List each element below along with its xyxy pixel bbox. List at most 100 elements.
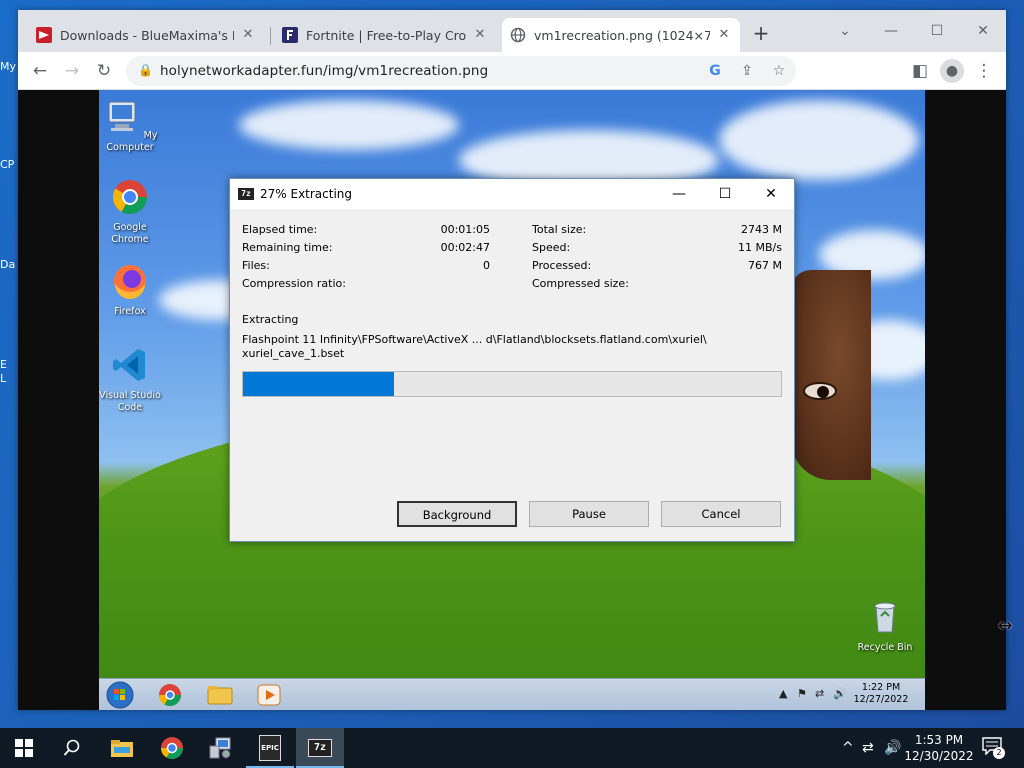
dialog-close-button[interactable]: ✕ — [748, 179, 794, 209]
host-desktop-label: CP — [0, 158, 15, 171]
vm-start-orb-icon[interactable] — [105, 680, 135, 710]
system-clock[interactable]: 1:53 PM 12/30/2022 — [904, 732, 974, 764]
taskbar-device-manager[interactable] — [196, 728, 244, 768]
desktop-icon-label: Visual Studio Code — [99, 390, 161, 413]
new-tab-button[interactable]: + — [751, 23, 771, 44]
bookmark-star-icon[interactable]: ☆ — [770, 62, 788, 80]
close-icon[interactable]: ✕ — [716, 27, 732, 43]
tab-title: vm1recreation.png (1024×768) — [534, 27, 710, 43]
dialog-title-bar[interactable]: 7z 27% Extracting — ☐ ✕ — [230, 179, 794, 209]
sevenzip-icon: 7z — [308, 739, 332, 757]
desktop-icon-firefox[interactable]: Firefox — [99, 262, 162, 318]
search-button[interactable] — [48, 728, 96, 768]
start-button[interactable] — [0, 728, 48, 768]
host-desktop-label: E — [0, 358, 7, 371]
computer-management-icon — [209, 737, 231, 759]
background-button[interactable]: Background — [397, 501, 517, 527]
compression-ratio-label: Compression ratio: — [242, 277, 346, 290]
cancel-button[interactable]: Cancel — [661, 501, 781, 527]
dialog-title: 27% Extracting — [260, 187, 353, 201]
extract-progress-dialog: 7z 27% Extracting — ☐ ✕ Elapsed time: 00… — [229, 178, 795, 542]
tab-strip: Downloads - BlueMaxima's Flash ✕ Fortnit… — [18, 10, 1006, 52]
tab-downloads[interactable]: Downloads - BlueMaxima's Flash ✕ — [28, 18, 264, 52]
vm-tray-show-hidden-icon[interactable]: ▲ — [779, 687, 787, 700]
desktop-icon-recycle-bin[interactable]: Recycle Bin — [853, 598, 917, 654]
host-desktop-label: My — [0, 60, 17, 73]
close-icon[interactable]: ✕ — [240, 27, 256, 43]
tray-show-hidden-icon[interactable]: ^ — [842, 740, 854, 756]
vm-tray-volume-icon[interactable]: 🔊 — [833, 687, 847, 700]
progress-fill — [243, 372, 394, 396]
vm-clock[interactable]: 1:22 PM 12/27/2022 — [851, 682, 911, 706]
vm-explorer-taskbar-icon[interactable] — [205, 682, 235, 708]
tray-volume-icon[interactable]: 🔊 — [884, 740, 901, 756]
speed-label: Speed: — [532, 241, 571, 254]
desktop-icon-my-computer[interactable]: My Computer — [99, 98, 162, 154]
taskbar-file-explorer[interactable] — [98, 728, 146, 768]
sky-cloud — [239, 100, 459, 150]
total-size-value: 2743 M — [741, 223, 782, 236]
vm-tray-network-icon[interactable]: ⇄ — [815, 687, 824, 700]
current-file-path: Flashpoint 11 Infinity\FPSoftware\Active… — [242, 333, 707, 346]
tray-network-icon[interactable]: ⇄ — [862, 740, 874, 756]
desktop-icon-vscode[interactable]: Visual Studio Code — [99, 346, 162, 414]
taskbar-epic-games[interactable]: EPIC — [246, 728, 294, 768]
minimize-button[interactable]: — — [868, 16, 914, 46]
google-lens-icon[interactable]: G — [706, 62, 724, 80]
sky-cloud — [719, 100, 919, 180]
dialog-maximize-button[interactable]: ☐ — [702, 179, 748, 209]
compressed-size-label: Compressed size: — [532, 277, 629, 290]
chrome-menu-icon[interactable]: ⋮ — [972, 59, 996, 83]
files-value: 0 — [483, 259, 490, 272]
tab-divider — [270, 27, 271, 45]
firefox-icon — [114, 265, 146, 299]
taskbar-7zip[interactable]: 7z — [296, 728, 344, 768]
maximize-button[interactable]: ☐ — [914, 16, 960, 46]
desktop-icon-label: Google Chrome — [111, 222, 149, 245]
vm-taskbar: ▲ ⚑ ⇄ 🔊 1:22 PM 12/27/2022 — [99, 678, 925, 710]
host-taskbar: EPIC 7z ^ ⇄ 🔊 1:53 PM 12/30/2022 2 — [0, 728, 1024, 768]
tab-vm1recreation[interactable]: vm1recreation.png (1024×768) ✕ — [502, 18, 740, 52]
eye-shape — [803, 382, 837, 400]
address-bar[interactable]: 🔒 holynetworkadapter.fun/img/vm1recreati… — [126, 56, 796, 86]
browser-window: Downloads - BlueMaxima's Flash ✕ Fortnit… — [18, 10, 1006, 710]
url-text[interactable]: holynetworkadapter.fun/img/vm1recreation… — [160, 63, 488, 79]
tab-search-dropdown-icon[interactable]: ⌄ — [822, 16, 868, 46]
epic-games-icon: EPIC — [259, 735, 281, 761]
remaining-time-label: Remaining time: — [242, 241, 333, 254]
host-desktop-label: L — [0, 372, 7, 385]
tab-fortnite[interactable]: Fortnite | Free-to-Play Cross-Plat ✕ — [274, 18, 496, 52]
browser-toolbar: ← → ↻ 🔒 holynetworkadapter.fun/img/vm1re… — [18, 52, 1006, 90]
reload-button[interactable]: ↻ — [92, 59, 116, 83]
vm-media-player-icon[interactable] — [255, 682, 285, 708]
processed-label: Processed: — [532, 259, 592, 272]
side-panel-icon[interactable]: ◧ — [908, 59, 932, 83]
bluemaxima-icon — [36, 27, 52, 43]
chrome-icon — [113, 180, 147, 214]
clock-time: 1:53 PM — [914, 733, 964, 747]
desktop-icon-chrome[interactable]: Google Chrome — [99, 178, 162, 246]
vm-tray-flag-icon[interactable]: ⚑ — [797, 687, 807, 700]
files-label: Files: — [242, 259, 270, 272]
taskbar-chrome[interactable] — [148, 728, 196, 768]
file-explorer-icon — [111, 740, 133, 757]
pause-button[interactable]: Pause — [529, 501, 649, 527]
current-file-name: xuriel_cave_1.bset — [242, 347, 345, 360]
tab-title: Downloads - BlueMaxima's Flash — [60, 27, 234, 43]
vm-screenshot: My Computer Google Chrome Firefox Visual… — [99, 90, 925, 710]
share-icon[interactable]: ⇪ — [738, 62, 756, 80]
forward-button[interactable]: → — [60, 59, 84, 83]
processed-value: 767 M — [748, 259, 782, 272]
close-icon[interactable]: ✕ — [472, 27, 488, 43]
extracting-section-label: Extracting — [242, 313, 299, 326]
lock-icon[interactable]: 🔒 — [138, 63, 153, 77]
desktop-icon-label: Firefox — [114, 306, 146, 317]
profile-avatar-icon[interactable]: ● — [940, 59, 964, 83]
vscode-icon — [113, 349, 145, 381]
close-window-button[interactable]: ✕ — [960, 16, 1006, 46]
dialog-minimize-button[interactable]: — — [656, 179, 702, 209]
total-size-label: Total size: — [532, 223, 587, 236]
notification-center-button[interactable]: 2 — [982, 737, 1005, 759]
vm-chrome-taskbar-icon[interactable] — [155, 682, 185, 708]
back-button[interactable]: ← — [28, 59, 52, 83]
